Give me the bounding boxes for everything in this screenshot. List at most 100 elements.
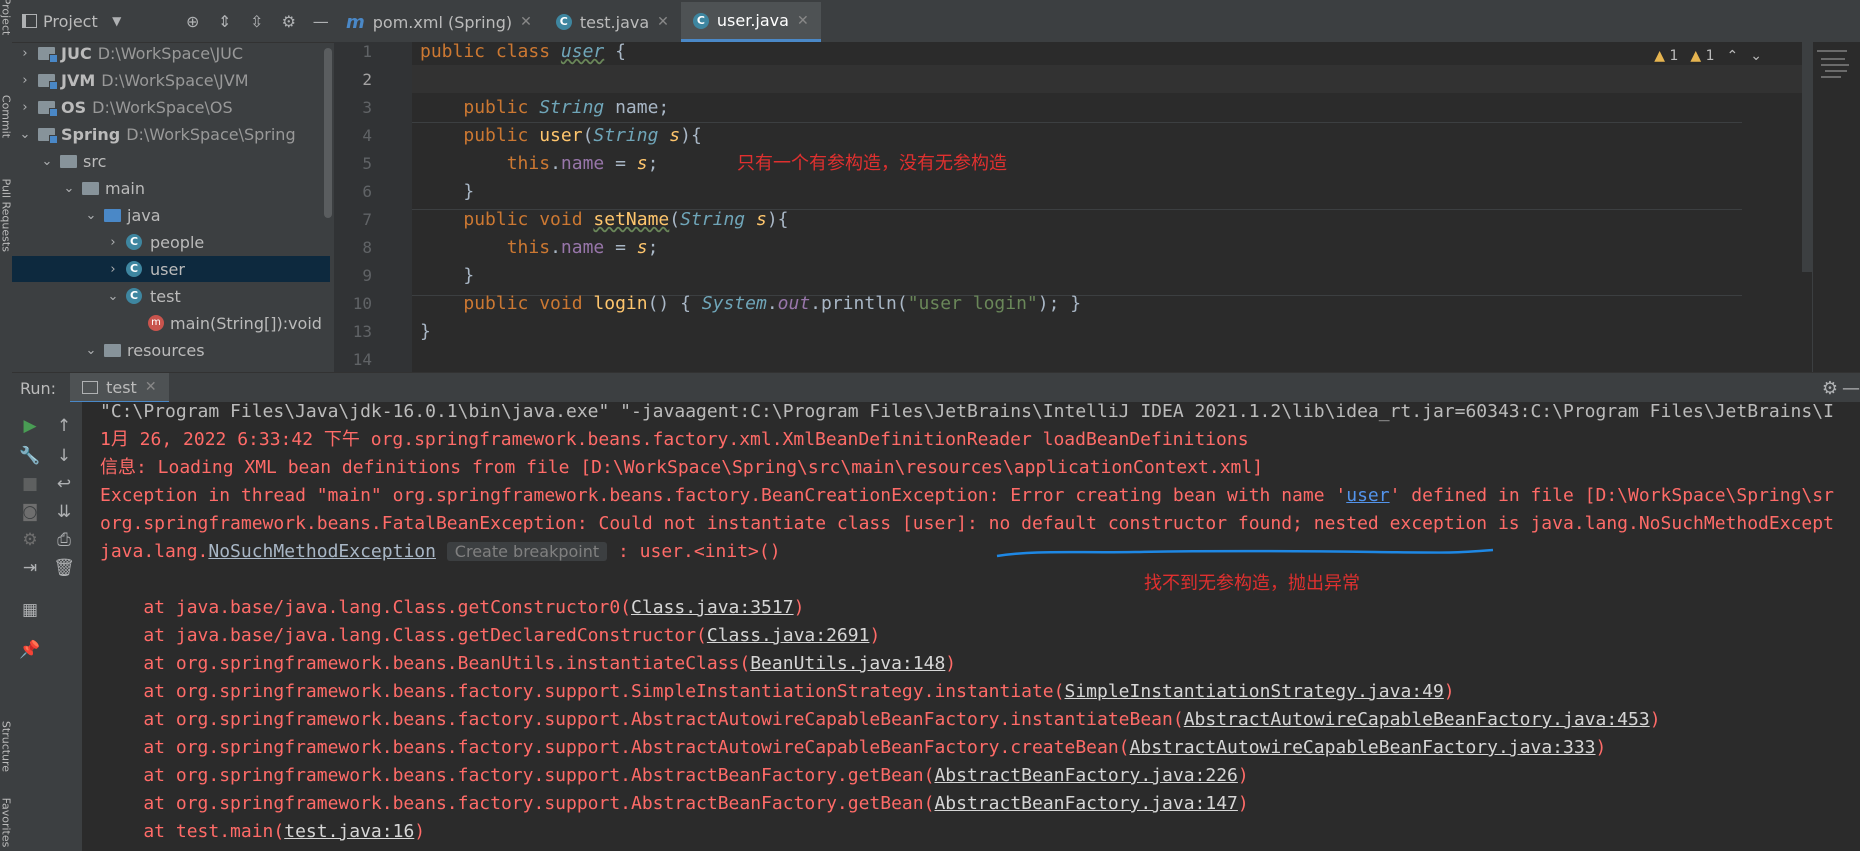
commit-tool-tab[interactable]: Commit — [0, 89, 13, 145]
source-link[interactable]: test.java:16 — [284, 821, 414, 842]
chevron-down-icon[interactable]: ⌄ — [82, 208, 100, 223]
tab-user-java[interactable]: C user.java ✕ — [680, 2, 821, 42]
locate-icon[interactable]: ⊕ — [180, 12, 206, 31]
line-number: 3 — [362, 98, 372, 117]
source-link[interactable]: SimpleInstantiationStrategy.java:49 — [1065, 681, 1444, 702]
chevron-down-icon[interactable]: ⌄ — [38, 154, 56, 169]
class-icon: C — [692, 12, 709, 29]
tree-item-src[interactable]: ⌄ src — [38, 148, 107, 174]
camera-icon[interactable]: ◙ — [16, 498, 44, 526]
stack-frame: at org.springframework.beans.factory.sup… — [100, 709, 1661, 730]
source-link[interactable]: AbstractBeanFactory.java:147 — [934, 793, 1237, 814]
chevron-right-icon[interactable]: › — [16, 100, 34, 115]
tree-item-people[interactable]: › C people — [104, 229, 204, 255]
settings-icon[interactable]: ⚙ — [16, 526, 44, 554]
rerun-icon[interactable]: ▶ — [16, 412, 44, 440]
source-link[interactable]: BeanUtils.java:148 — [750, 653, 945, 674]
editor-scrollbar[interactable] — [1802, 42, 1812, 272]
chevron-down-icon[interactable]: ⌄ — [82, 343, 100, 358]
close-icon[interactable]: ✕ — [657, 14, 669, 30]
editor-tab-bar: m pom.xml (Spring) ✕ C test.java ✕ C use… — [334, 0, 1860, 43]
arrow-down-icon[interactable]: ↓ — [50, 442, 78, 470]
stack-frame: at org.springframework.beans.factory.sup… — [100, 765, 1249, 786]
chevron-down-icon[interactable]: ⌄ — [60, 181, 78, 196]
pin-icon[interactable]: 📌 — [16, 636, 44, 664]
code-line-8: this.name = s; — [506, 237, 659, 258]
console-line: Exception in thread "main" org.springfra… — [100, 485, 1834, 506]
favorites-tool-tab[interactable]: Favorites — [0, 795, 13, 851]
runnable-class-icon: C — [126, 288, 142, 304]
code-editor[interactable]: public class user { public String name; … — [412, 42, 1802, 372]
source-link[interactable]: Class.java:3517 — [631, 597, 794, 618]
run-panel-header: Run: test ✕ ⚙ — — [12, 372, 1860, 403]
folder-icon — [60, 154, 77, 168]
source-link[interactable]: Class.java:2691 — [707, 625, 870, 646]
project-view-icon — [22, 14, 37, 28]
chevron-right-icon[interactable]: › — [16, 73, 34, 88]
minimize-icon[interactable]: — — [308, 12, 334, 31]
chevron-up-icon[interactable]: ⌃ — [1727, 48, 1739, 64]
line-number: 8 — [362, 238, 372, 257]
weak-warning-triangle-icon: ▲ — [1690, 48, 1702, 64]
console-output[interactable]: "C:\Program Files\Java\jdk-16.0.1\bin\ja… — [82, 402, 1860, 851]
run-tab-test[interactable]: test ✕ — [70, 373, 169, 403]
tree-item-juc[interactable]: › JUC D:\WorkSpace\JUC — [16, 40, 243, 66]
tab-pom-xml[interactable]: m pom.xml (Spring) ✕ — [334, 2, 544, 42]
stack-frame: at org.springframework.beans.BeanUtils.i… — [100, 653, 957, 674]
console-line: 1月 26, 2022 6:33:42 下午 org.springframewo… — [100, 429, 1249, 450]
tree-item-user[interactable]: › C user — [12, 256, 330, 282]
trash-icon[interactable]: 🗑 — [50, 554, 78, 582]
gear-icon[interactable]: ⚙ — [1822, 378, 1838, 399]
tab-test-java[interactable]: C test.java ✕ — [544, 2, 681, 42]
line-number: 1 — [362, 42, 372, 61]
print-icon[interactable]: ⎙ — [50, 526, 78, 554]
pull-requests-tool-tab[interactable]: Pull Requests — [0, 179, 13, 252]
tree-item-resources[interactable]: ⌄ resources — [82, 337, 205, 363]
chevron-down-icon[interactable]: ⌄ — [104, 289, 122, 304]
tree-item-main-method[interactable]: m main(String[]):void — [144, 310, 322, 336]
chevron-right-icon[interactable]: › — [104, 235, 122, 250]
source-link[interactable]: AbstractBeanFactory.java:226 — [934, 765, 1237, 786]
bean-name-link[interactable]: user — [1346, 485, 1389, 506]
project-tool-tab[interactable]: Project — [0, 0, 13, 45]
structure-tool-tab[interactable]: Structure — [0, 719, 13, 775]
create-breakpoint-button[interactable]: Create breakpoint — [446, 542, 608, 561]
tree-item-os[interactable]: › OS D:\WorkSpace\OS — [16, 94, 233, 120]
module-folder-icon — [38, 127, 58, 144]
chevron-down-icon[interactable]: ⌄ — [1750, 48, 1762, 64]
exit-icon[interactable]: ⇥ — [16, 554, 44, 582]
warning-count-2[interactable]: ▲ 1 — [1690, 48, 1714, 64]
chevron-down-icon[interactable]: ⌄ — [16, 127, 34, 142]
gear-icon[interactable]: ⚙ — [276, 12, 302, 31]
scroll-to-end-icon[interactable]: ⇊ — [50, 498, 78, 526]
code-line-9: } — [463, 265, 475, 286]
wrench-icon[interactable]: 🔧 — [16, 442, 44, 470]
close-icon[interactable]: ✕ — [797, 13, 809, 29]
stop-icon[interactable]: ■ — [16, 470, 44, 498]
close-icon[interactable]: ✕ — [520, 14, 532, 30]
module-folder-icon — [38, 100, 58, 117]
chevron-down-icon[interactable]: ▼ — [104, 14, 130, 28]
exception-class-link[interactable]: NoSuchMethodException — [208, 541, 436, 562]
soft-wrap-icon[interactable]: ↩ — [50, 470, 78, 498]
close-icon[interactable]: ✕ — [145, 379, 157, 395]
chevron-right-icon[interactable]: › — [16, 46, 34, 61]
tree-item-main[interactable]: ⌄ main — [60, 175, 145, 201]
collapse-all-icon[interactable]: ⇳ — [244, 12, 270, 31]
inspection-widget[interactable]: ▲ 1 ▲ 1 ⌃ ⌄ — [1654, 42, 1802, 70]
expand-all-icon[interactable]: ⇕ — [212, 12, 238, 31]
chevron-right-icon[interactable]: › — [104, 262, 122, 277]
console-line: org.springframework.beans.FatalBeanExcep… — [100, 513, 1834, 534]
arrow-up-icon[interactable]: ↑ — [50, 412, 78, 440]
tree-item-test[interactable]: ⌄ C test — [104, 283, 181, 309]
minimize-icon[interactable]: — — [1842, 378, 1860, 399]
tree-item-java[interactable]: ⌄ java — [82, 202, 161, 228]
source-link[interactable]: AbstractAutowireCapableBeanFactory.java:… — [1184, 709, 1650, 730]
layout-icon[interactable]: ▦ — [16, 596, 44, 624]
tree-item-jvm[interactable]: › JVM D:\WorkSpace\JVM — [16, 67, 249, 93]
warning-count-1[interactable]: ▲ 1 — [1654, 48, 1678, 64]
project-tree-scrollbar[interactable] — [324, 48, 332, 218]
source-link[interactable]: AbstractAutowireCapableBeanFactory.java:… — [1130, 737, 1596, 758]
tree-item-spring[interactable]: ⌄ Spring D:\WorkSpace\Spring — [16, 121, 296, 147]
project-panel-title[interactable]: Project — [43, 12, 98, 31]
